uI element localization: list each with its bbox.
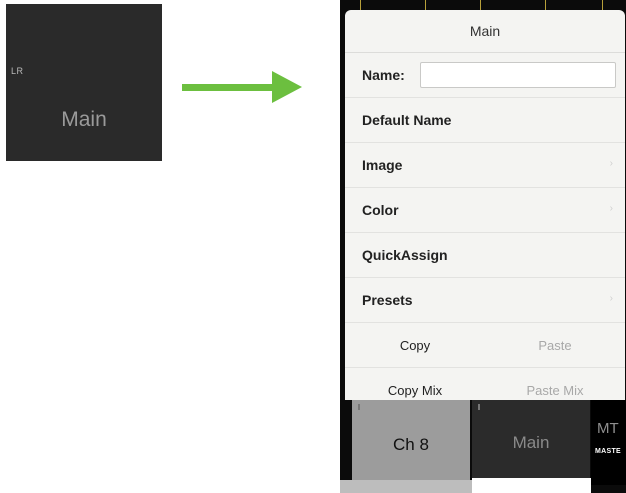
channel-popover: Main Name: Default Name Image › Color › … (345, 10, 625, 400)
channel-button-main[interactable]: Main (472, 400, 590, 478)
menu-item-quickassign[interactable]: QuickAssign (345, 233, 625, 278)
name-label: Name: (362, 67, 405, 83)
main-channel-tile[interactable]: LR Main (6, 4, 162, 161)
copy-paste-row: Copy Paste (345, 323, 625, 368)
master-label: MASTE (595, 448, 621, 455)
channel-button-master[interactable]: MT MASTE (591, 400, 626, 485)
menu-item-color[interactable]: Color › (345, 188, 625, 233)
channel-button-label: Main (512, 433, 550, 452)
menu-item-image[interactable]: Image › (345, 143, 625, 188)
chevron-right-icon: › (609, 203, 613, 214)
channel-name: Main (61, 108, 107, 131)
mt-label: MT (597, 420, 619, 437)
paste-mix-button[interactable]: Paste Mix (485, 383, 625, 398)
channel-button-ch8[interactable]: Ch 8 (352, 400, 470, 485)
menu-item-label: Presets (362, 292, 413, 308)
paste-button[interactable]: Paste (485, 338, 625, 353)
chevron-right-icon: › (609, 158, 613, 169)
strip-below-main (472, 478, 591, 493)
menu-item-label: Color (362, 202, 399, 218)
channel-button-label: Ch 8 (393, 435, 429, 454)
popover-title: Main (345, 10, 625, 53)
copy-mix-button[interactable]: Copy Mix (345, 383, 485, 398)
menu-item-label: Default Name (362, 112, 452, 128)
menu-item-label: Image (362, 157, 403, 173)
strip-below-ch8 (340, 480, 472, 493)
menu-item-presets[interactable]: Presets › (345, 278, 625, 323)
name-row: Name: (345, 53, 625, 98)
copy-button[interactable]: Copy (345, 338, 485, 353)
chevron-right-icon: › (609, 293, 613, 304)
menu-item-label: QuickAssign (362, 247, 448, 263)
arrow-right-icon (182, 71, 302, 103)
channel-badge: LR (11, 66, 24, 76)
name-input[interactable] (420, 62, 616, 88)
menu-item-default-name[interactable]: Default Name (345, 98, 625, 143)
